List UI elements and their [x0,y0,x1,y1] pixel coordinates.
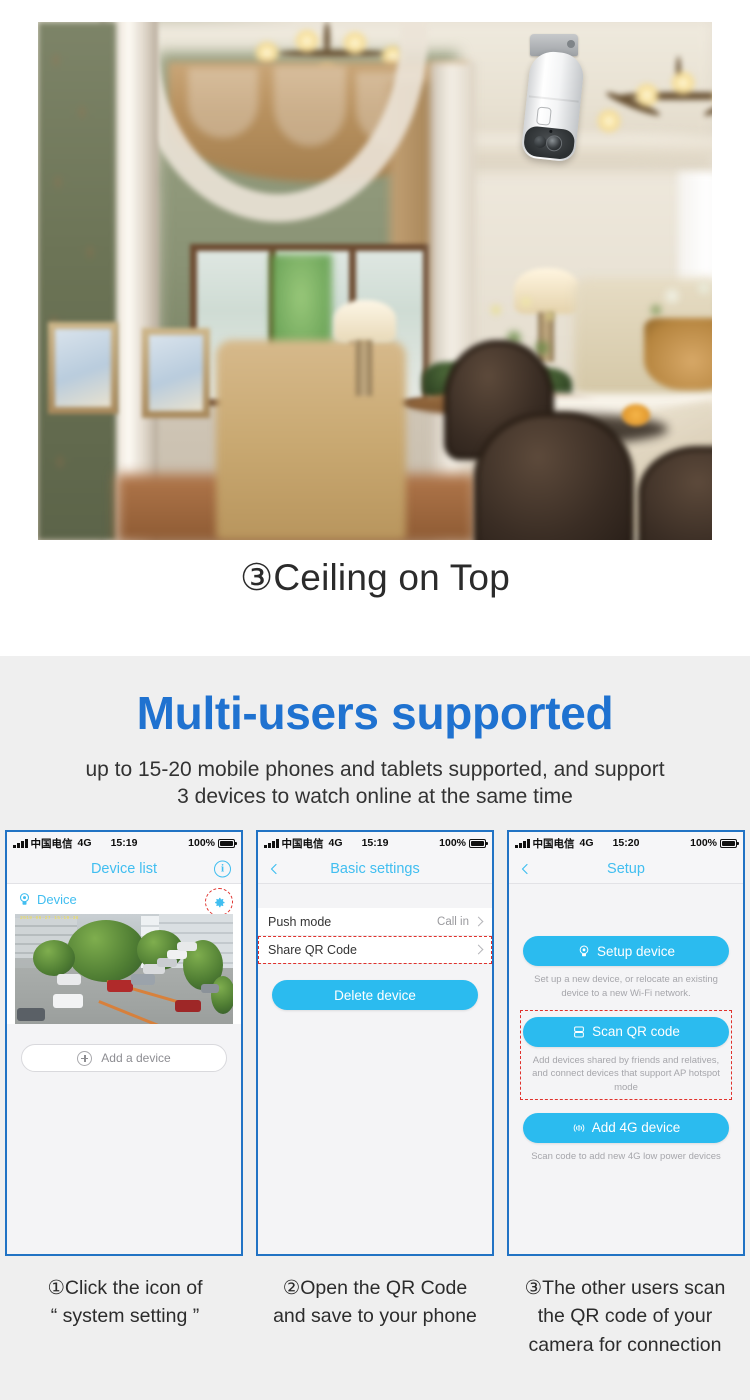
phone-screenshots: 中国电信 4G 15:19 100% Device list i Device … [0,830,750,1260]
multi-user-section: Multi-users supported up to 15-20 mobile… [0,656,750,1400]
device-card[interactable]: Device 2019-06-27 15:19:38 [7,884,241,1024]
nav-title: Device list [90,860,158,877]
caption-line-1: ①Click the icon of [47,1277,203,1299]
caption-line-2: and save to your phone [273,1305,477,1328]
step-captions: ①Click the icon of “ system setting ” ②O… [0,1274,750,1359]
chevron-left-icon[interactable] [268,863,280,875]
caption-step-3: ③The other users scan the QR code of you… [500,1274,750,1359]
scan-qr-code-hint: Add devices shared by friends and relati… [532,1054,720,1094]
delete-device-button[interactable]: Delete device [272,980,478,1010]
add-4g-device-label: Add 4G device [591,1120,681,1136]
ir-sensor-icon [533,135,547,149]
device-card-header: Device [7,888,241,916]
product-detail-page: ③Ceiling on Top Multi-users supported up… [0,0,750,1400]
setup-device-button[interactable]: Setup device [523,936,729,966]
network-label: 4G [77,837,92,849]
hero-photo-ceiling-camera [38,22,712,540]
signal-bars-icon [515,838,530,848]
phone-screen-basic-settings: 中国电信 4G 15:19 100% Basic settings Push m… [256,830,494,1256]
signal-bars-icon [13,838,28,848]
chevron-right-icon [473,944,484,955]
network-label: 4G [328,837,343,849]
nav-bar: Device list i [7,854,241,884]
status-bar: 中国电信 4G 15:19 100% [258,832,492,854]
subhead-line-2: 3 devices to watch online at the same ti… [177,785,573,809]
camera-live-thumbnail[interactable]: 2019-06-27 15:19:38 [15,914,233,1024]
nav-bar: Setup [509,854,743,884]
setup-body: Setup device Set up a new device, or rel… [509,884,743,1254]
qr-scan-icon [574,1026,584,1037]
battery-percent: 100% [439,837,466,849]
plus-icon [77,1050,93,1066]
add-device-label: Add a device [101,1051,171,1065]
camera-icon [19,893,30,905]
battery-percent: 100% [690,837,717,849]
phone-screen-device-list: 中国电信 4G 15:19 100% Device list i Device … [5,830,243,1256]
nav-bar: Basic settings [258,854,492,884]
basic-settings-body: Push mode Call in Share QR Code Delete d… [258,884,492,1254]
hero-section: ③Ceiling on Top [0,0,750,656]
scan-qr-highlight: Scan QR code Add devices shared by frien… [520,1009,732,1100]
status-bar: 中国电信 4G 15:20 100% [509,832,743,854]
caption-step-1: ①Click the icon of “ system setting ” [0,1274,250,1359]
living-room-scene [38,22,712,540]
row-label: Share QR Code [268,942,357,957]
system-setting-highlight[interactable] [205,888,233,916]
caption-line-2: “ system setting ” [50,1305,200,1328]
carrier-label: 中国电信 [532,837,575,850]
add-device-button[interactable]: Add a device [21,1044,227,1072]
camera-target-icon [579,945,589,957]
add-4g-device-button[interactable]: Add 4G device [523,1112,729,1143]
caption-step-2: ②Open the QR Code and save to your phone [250,1274,500,1359]
status-bar: 中国电信 4G 15:19 100% [7,832,241,854]
delete-device-label: Delete device [334,987,416,1003]
camera-brand-logo [535,106,552,126]
nav-title: Setup [607,860,645,877]
battery-icon [218,838,237,848]
hero-caption: ③Ceiling on Top [240,557,510,598]
network-label: 4G [579,837,594,849]
setup-device-hint: Set up a new device, or relocate an exis… [534,974,718,999]
ceiling-camera [508,34,588,164]
caption-line-1: ③The other users scan [524,1277,726,1299]
chevron-left-icon[interactable] [519,863,531,875]
caption-line-2: the QR code of your [537,1305,713,1328]
chevron-right-icon [473,916,484,927]
caption-line-1: ②Open the QR Code [282,1277,468,1299]
row-value: Call in [437,915,469,928]
subhead-line-1: up to 15-20 mobile phones and tablets su… [85,758,665,781]
camera-lens-icon [545,134,563,153]
signal-bars-icon [264,838,279,848]
gear-icon[interactable] [212,895,227,910]
carrier-label: 中国电信 [281,837,324,850]
info-icon[interactable]: i [214,860,231,877]
scan-qr-code-label: Scan QR code [592,1024,680,1040]
phone-screen-setup: 中国电信 4G 15:20 100% Setup Setup device Se… [507,830,745,1256]
settings-row-push-mode[interactable]: Push mode Call in [258,908,492,936]
nav-title: Basic settings [330,860,420,877]
add-4g-device-hint: Scan code to add new 4G low power device… [531,1150,721,1162]
device-name: Device [37,892,77,907]
section-headline: Multi-users supported [136,687,614,739]
setup-device-label: Setup device [596,943,676,959]
chandelier-right-icon [584,56,712,176]
battery-icon [469,838,488,848]
carrier-label: 中国电信 [30,837,73,850]
settings-row-share-qr-code[interactable]: Share QR Code [258,936,492,964]
battery-percent: 100% [188,837,215,849]
section-subhead: up to 15-20 mobile phones and tablets su… [0,756,750,811]
signal-wave-icon [573,1124,585,1132]
cctv-timestamp: 2019-06-27 15:19:38 [20,916,79,921]
caption-line-3: camera for connection [528,1333,722,1356]
scan-qr-code-button[interactable]: Scan QR code [523,1016,729,1047]
device-list-body: Device 2019-06-27 15:19:38 Add a device [7,884,241,1254]
battery-icon [720,838,739,848]
row-label: Push mode [268,914,332,929]
